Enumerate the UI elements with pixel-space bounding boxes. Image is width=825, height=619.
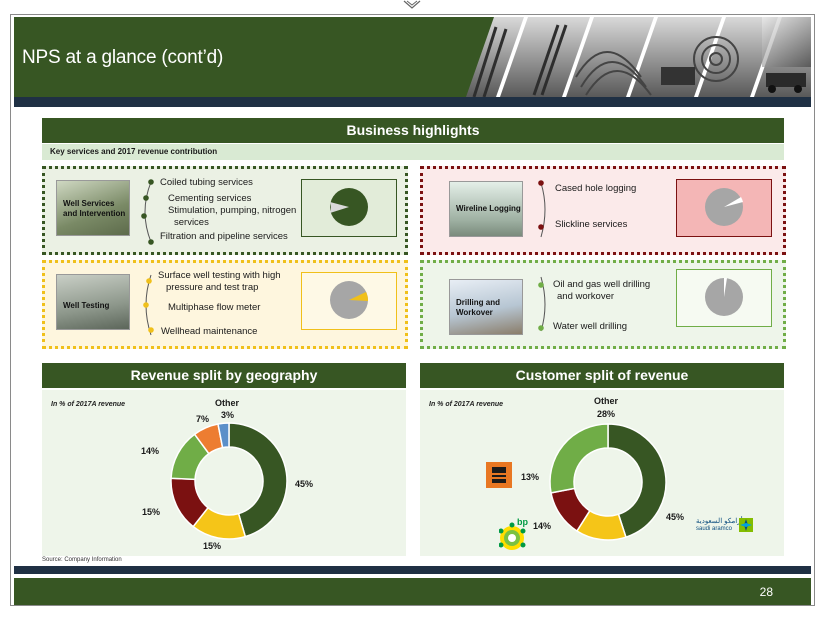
oilfield-photo-strip bbox=[466, 17, 811, 97]
drilling-workover-pie-box bbox=[676, 269, 772, 327]
wireline-logging-photo: Wireline Logging bbox=[449, 181, 523, 237]
bp-logo-text: bp bbox=[517, 517, 528, 527]
quadrant-well-services: Well Services and Intervention Coiled tu… bbox=[42, 166, 408, 255]
source-note: Source: Company Information bbox=[42, 557, 122, 563]
header-divider bbox=[14, 97, 811, 107]
list-item: Water well drilling bbox=[553, 321, 628, 332]
list-item: Coiled tubing services bbox=[160, 177, 253, 188]
data-label: 13% bbox=[521, 472, 540, 482]
well-services-label: Well Services and Intervention bbox=[63, 199, 126, 218]
well-services-pie-chart bbox=[330, 188, 368, 226]
quadrant-drilling-workover: Drilling and Workover Oil and gas well d… bbox=[420, 260, 786, 349]
bracket-icon bbox=[538, 276, 546, 332]
wireline-logging-label: Wireline Logging bbox=[456, 204, 521, 213]
drilling-workover-pie-chart bbox=[705, 277, 743, 316]
list-item: Cased hole logging bbox=[555, 183, 637, 194]
well-testing-photo: Well Testing bbox=[56, 274, 130, 330]
business-highlights-title: Business highlights bbox=[42, 118, 784, 143]
data-label: 15% bbox=[203, 541, 222, 551]
list-item: Cementing services bbox=[168, 193, 252, 204]
customer-logo-orange-icon bbox=[486, 462, 512, 488]
aramco-star-icon bbox=[739, 518, 753, 532]
geography-title: Revenue split by geography bbox=[42, 363, 406, 388]
list-item: Filtration and pipeline services bbox=[160, 231, 288, 242]
saudi-aramco-logo: أرامكو السعودية saudi aramco bbox=[696, 517, 756, 535]
customer-title: Customer split of revenue bbox=[420, 363, 784, 388]
quadrant-wireline-logging: Wireline Logging Cased hole logging Slic… bbox=[420, 166, 786, 255]
list-item: Stimulation, pumping, nitrogen bbox=[168, 205, 297, 216]
well-services-pie-box bbox=[301, 179, 397, 237]
bracket-icon bbox=[538, 180, 546, 238]
list-item: services bbox=[174, 217, 209, 228]
data-label: 45% bbox=[666, 512, 685, 522]
slide-header: NPS at a glance (cont’d) bbox=[14, 17, 811, 97]
aramco-latin-text: saudi aramco bbox=[696, 526, 733, 532]
customer-other-label: Other bbox=[594, 396, 619, 406]
data-label: 14% bbox=[533, 521, 552, 531]
list-item: pressure and test trap bbox=[166, 282, 259, 293]
drilling-workover-photo: Drilling and Workover bbox=[449, 279, 523, 335]
footer-divider bbox=[14, 566, 811, 574]
data-label: 3% bbox=[221, 410, 235, 420]
well-testing-pie-chart bbox=[330, 281, 369, 319]
list-item: Slickline services bbox=[555, 219, 628, 230]
geography-other-label: Other bbox=[215, 398, 240, 408]
list-item: and workover bbox=[557, 291, 615, 302]
page-number: 28 bbox=[759, 585, 773, 599]
list-item: Surface well testing with high bbox=[158, 270, 281, 281]
data-label: 14% bbox=[141, 446, 160, 456]
data-label: 15% bbox=[142, 507, 161, 517]
data-label: 45% bbox=[295, 479, 314, 489]
quadrant-well-testing: Well Testing Surface well testing with h… bbox=[42, 260, 408, 349]
wireline-logging-pie-chart bbox=[705, 188, 743, 226]
list-item: Oil and gas well drilling bbox=[553, 279, 651, 290]
slide-title: NPS at a glance (cont’d) bbox=[22, 47, 224, 68]
well-services-photo: Well Services and Intervention bbox=[56, 180, 130, 236]
data-label: 7% bbox=[196, 414, 210, 424]
wireline-logging-pie-box bbox=[676, 179, 772, 237]
aramco-arabic-text: أرامكو السعودية bbox=[696, 518, 743, 525]
drilling-workover-label: Drilling and Workover bbox=[456, 298, 500, 317]
well-testing-pie-box bbox=[301, 272, 397, 330]
list-item: Wellhead maintenance bbox=[161, 326, 258, 337]
well-testing-label: Well Testing bbox=[63, 301, 110, 310]
slide-footer: 28 bbox=[14, 578, 811, 605]
business-subtitle: Key services and 2017 revenue contributi… bbox=[42, 144, 784, 160]
donut-slice bbox=[549, 423, 609, 494]
data-label: 28% bbox=[597, 409, 616, 419]
list-item: Multiphase flow meter bbox=[168, 302, 261, 313]
company-logo-icon bbox=[403, 0, 421, 9]
geography-panel: In % of 2017A revenue Other 45% 15% 15% … bbox=[42, 390, 406, 556]
